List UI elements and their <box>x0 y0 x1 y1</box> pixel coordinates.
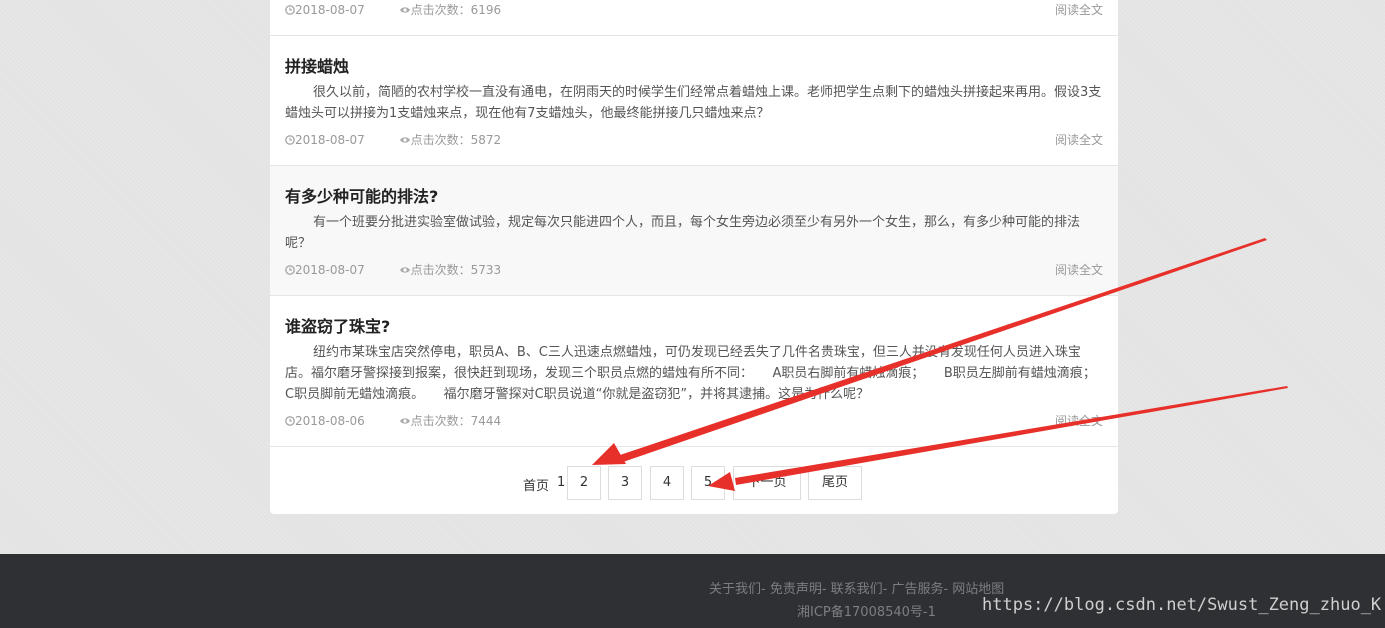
article-meta: 2018-08-07 点击次数：6196 <box>285 1 501 18</box>
article-excerpt: 纽约市某珠宝店突然停电，职员A、B、C三人迅速点燃蜡烛，可仍发现已经丢失了几件名… <box>285 345 1116 402</box>
pagination: 首页 1 2 3 4 5 下一页 尾页 <box>270 466 1118 502</box>
last-page-button[interactable]: 尾页 <box>808 466 862 500</box>
article-views: 点击次数：5872 <box>399 131 501 148</box>
article-excerpt: 有一个班要分批进实验室做试验，规定每次只能进四个人，而且，每个女生旁边必须至少有… <box>285 215 1081 251</box>
clock-icon <box>285 5 295 15</box>
read-more-link[interactable]: 阅读全文 <box>1055 1 1103 18</box>
page-4-button[interactable]: 4 <box>650 466 684 500</box>
article-views: 点击次数：7444 <box>399 412 501 429</box>
clock-icon <box>285 416 295 426</box>
page-3-button[interactable]: 3 <box>608 466 642 500</box>
article-item: 拼接蜡烛 很久以前，简陋的农村学校一直没有通电，在阴雨天的时候学生们经常点着蜡烛… <box>270 36 1118 166</box>
article-title[interactable]: 谁盗窃了珠宝? <box>285 313 390 337</box>
first-page-link[interactable]: 首页 <box>523 475 549 494</box>
clock-icon <box>285 265 295 275</box>
article-title[interactable]: 有多少种可能的排法? <box>285 183 438 207</box>
next-page-button[interactable]: 下一页 <box>733 466 801 500</box>
article-item: 2018-08-07 点击次数：6196 阅读全文 <box>270 0 1118 36</box>
article-meta: 2018-08-06 点击次数：7444 <box>285 412 501 429</box>
article-list-card: 2018-08-07 点击次数：6196 阅读全文 拼接蜡烛 很久以前，简陋的农… <box>270 0 1118 514</box>
site-footer: 关于我们- 免责声明- 联系我们- 广告服务- 网站地图 湘ICP备170085… <box>0 554 1385 628</box>
eye-icon <box>399 418 410 424</box>
clock-icon <box>285 135 295 145</box>
eye-icon <box>399 7 410 13</box>
article-item: 谁盗窃了珠宝? 纽约市某珠宝店突然停电，职员A、B、C三人迅速点燃蜡烛，可仍发现… <box>270 296 1118 447</box>
blog-watermark: https://blog.csdn.net/Swust_Zeng_zhuo_K <box>982 595 1382 615</box>
page-5-button[interactable]: 5 <box>691 466 725 500</box>
eye-icon <box>399 267 410 273</box>
read-more-link[interactable]: 阅读全文 <box>1055 412 1103 429</box>
read-more-link[interactable]: 阅读全文 <box>1055 261 1103 278</box>
article-views: 点击次数：5733 <box>399 261 501 278</box>
article-date: 2018-08-07 <box>285 3 365 17</box>
article-views: 点击次数：6196 <box>399 1 501 18</box>
article-date: 2018-08-07 <box>285 133 365 147</box>
page-2-button[interactable]: 2 <box>567 466 601 500</box>
article-excerpt: 很久以前，简陋的农村学校一直没有通电，在阴雨天的时候学生们经常点着蜡烛上课。老师… <box>285 85 1102 121</box>
eye-icon <box>399 137 410 143</box>
article-meta: 2018-08-07 点击次数：5872 <box>285 131 501 148</box>
article-title[interactable]: 拼接蜡烛 <box>285 53 349 77</box>
article-date: 2018-08-06 <box>285 414 365 428</box>
article-meta: 2018-08-07 点击次数：5733 <box>285 261 501 278</box>
article-item: 有多少种可能的排法? 有一个班要分批进实验室做试验，规定每次只能进四个人，而且，… <box>270 166 1118 296</box>
read-more-link[interactable]: 阅读全文 <box>1055 131 1103 148</box>
current-page: 1 <box>557 475 566 490</box>
footer-links[interactable]: 关于我们- 免责声明- 联系我们- 广告服务- 网站地图 <box>709 578 1004 597</box>
article-date: 2018-08-07 <box>285 263 365 277</box>
icp-license[interactable]: 湘ICP备17008540号-1 <box>797 601 936 620</box>
